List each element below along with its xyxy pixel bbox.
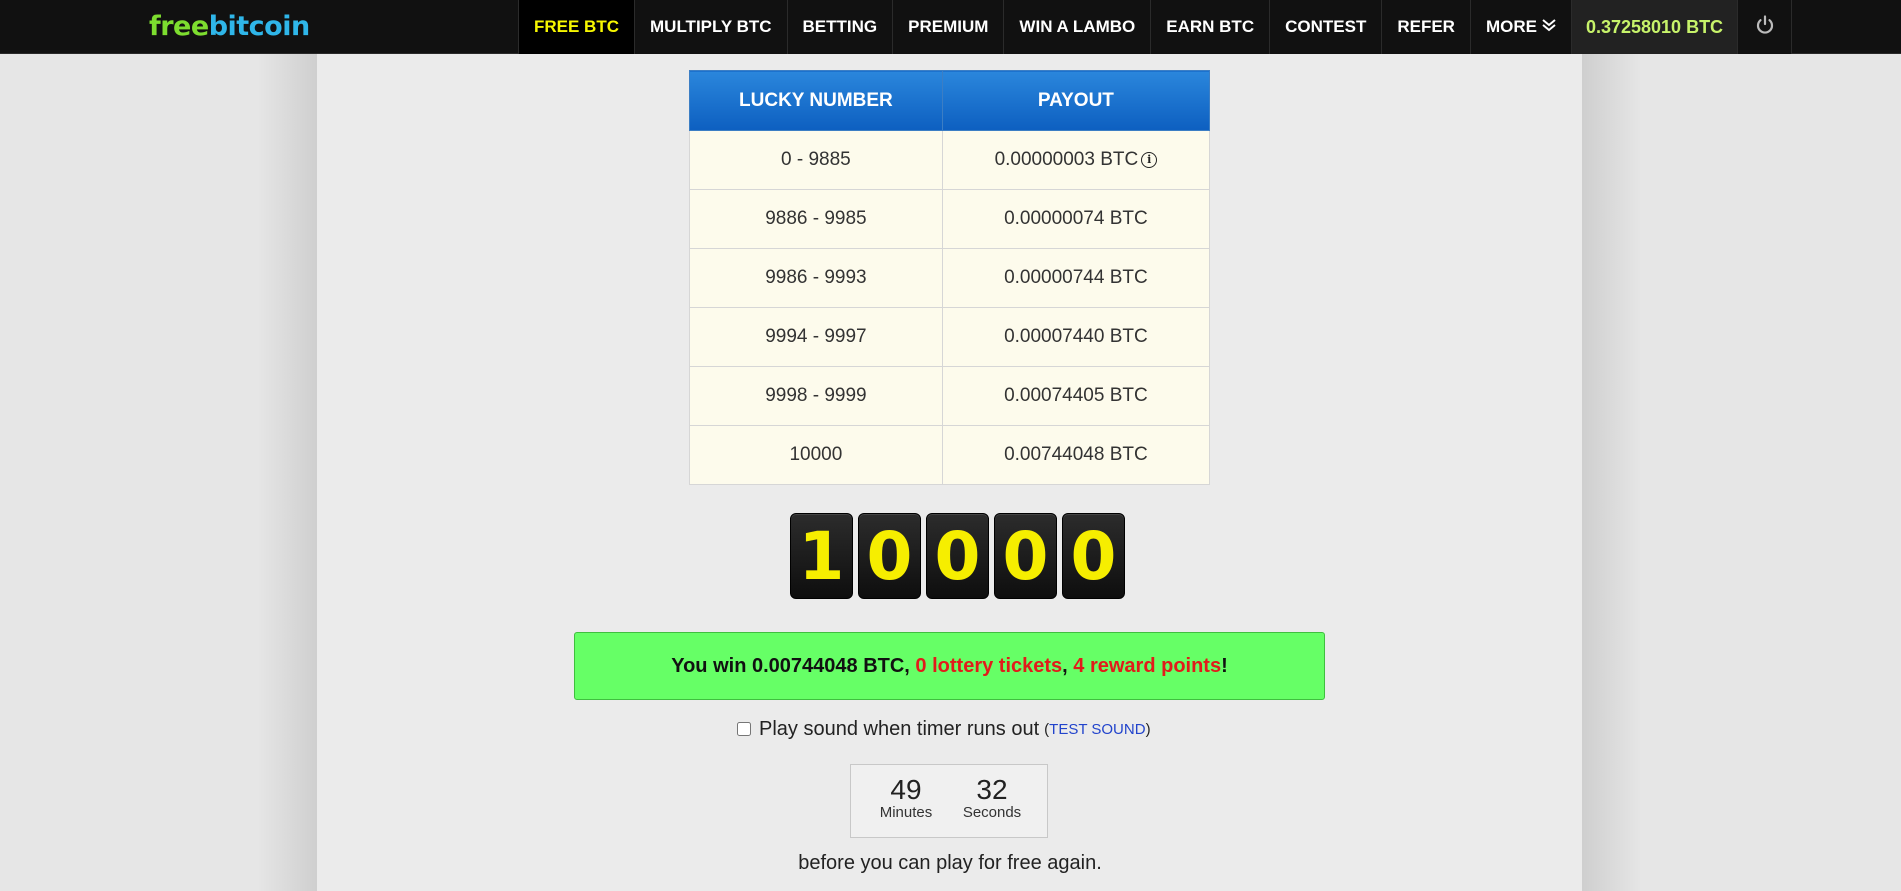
nav-refer[interactable]: REFER: [1381, 0, 1470, 54]
win-amount-text: You win 0.00744048 BTC,: [671, 654, 910, 677]
nav-win-a-lambo[interactable]: WIN A LAMBO: [1003, 0, 1151, 54]
payout-cell: 0.00744048 BTC: [941, 425, 1211, 485]
payout-table: LUCKY NUMBER PAYOUT 0 - 9885 0.00000003 …: [689, 70, 1211, 485]
payout-value: 0.00000003 BTC: [994, 149, 1139, 170]
win-message-banner: You win 0.00744048 BTC, 0 lottery ticket…: [574, 632, 1325, 700]
win-comma: ,: [1062, 654, 1068, 677]
play-again-text: before you can play for free again.: [798, 852, 1102, 874]
lucky-digit: 0: [858, 513, 921, 599]
table-row: 9994 - 9997 0.00007440 BTC: [689, 307, 1211, 367]
timer-seconds: 32 Seconds: [949, 775, 1035, 837]
lucky-range-cell: 9886 - 9985: [689, 189, 943, 249]
nav-betting[interactable]: BETTING: [786, 0, 893, 54]
nav-earn-btc[interactable]: EARN BTC: [1150, 0, 1270, 54]
payout-cell: 0.00007440 BTC: [941, 307, 1211, 367]
balance-display[interactable]: 0.37258010 BTC: [1570, 0, 1738, 54]
logout-button[interactable]: [1737, 0, 1793, 54]
freebitcoin-logo[interactable]: freebitcoin: [149, 8, 310, 46]
seconds-value: 32: [976, 774, 1008, 805]
sound-option: Play sound when timer runs out (TEST SOU…: [737, 716, 1151, 742]
lottery-tickets-text: 0 lottery tickets: [915, 654, 1063, 677]
table-row: 10000 0.00744048 BTC: [689, 425, 1211, 485]
lucky-range-cell: 0 - 9885: [689, 130, 943, 190]
panel-shadow-right: [1582, 54, 1642, 891]
payout-table-header: LUCKY NUMBER PAYOUT: [689, 70, 1211, 131]
lucky-digit: 1: [790, 513, 853, 599]
top-navbar: freebitcoin FREE BTC MULTIPLY BTC BETTIN…: [0, 0, 1901, 54]
header-payout: PAYOUT: [941, 70, 1211, 131]
lucky-digit: 0: [926, 513, 989, 599]
payout-cell: 0.00000744 BTC: [941, 248, 1211, 308]
payout-cell: 0.00074405 BTC: [941, 366, 1211, 426]
lucky-digit: 0: [994, 513, 1057, 599]
table-row: 9986 - 9993 0.00000744 BTC: [689, 248, 1211, 308]
nav-more-label: MORE: [1485, 17, 1537, 36]
seconds-label: Seconds: [962, 804, 1022, 821]
timer-minutes: 49 Minutes: [863, 775, 949, 837]
countdown-timer: 49 Minutes 32 Seconds: [850, 764, 1048, 838]
lucky-range-cell: 10000: [689, 425, 943, 485]
reward-points-text: 4 reward points: [1073, 654, 1222, 677]
win-exclaim: !: [1221, 654, 1228, 677]
nav-free-btc[interactable]: FREE BTC: [518, 0, 634, 54]
power-icon: [1754, 14, 1776, 41]
nav-multiply-btc[interactable]: MULTIPLY BTC: [634, 0, 787, 54]
info-icon[interactable]: i: [1141, 151, 1158, 168]
test-sound-wrapper: (TEST SOUND): [1044, 721, 1150, 738]
header-lucky-number: LUCKY NUMBER: [689, 70, 943, 131]
minutes-value: 49: [890, 774, 922, 805]
nav-more[interactable]: MORE: [1469, 0, 1571, 54]
payout-cell: 0.00000074 BTC: [941, 189, 1211, 249]
lucky-digit: 0: [1062, 513, 1125, 599]
play-sound-label[interactable]: Play sound when timer runs out: [759, 718, 1039, 741]
panel-shadow-left: [257, 54, 317, 891]
test-sound-link[interactable]: TEST SOUND: [1049, 721, 1145, 738]
lucky-number-display: 1 0 0 0 0: [790, 513, 1130, 599]
minutes-label: Minutes: [879, 804, 933, 821]
table-row: 0 - 9885 0.00000003 BTC i: [689, 130, 1211, 190]
lucky-range-cell: 9994 - 9997: [689, 307, 943, 367]
lucky-range-cell: 9998 - 9999: [689, 366, 943, 426]
play-sound-checkbox[interactable]: [737, 722, 751, 736]
table-row: 9886 - 9985 0.00000074 BTC: [689, 189, 1211, 249]
nav-premium[interactable]: PREMIUM: [892, 0, 1004, 54]
payout-cell: 0.00000003 BTC i: [941, 130, 1211, 190]
lucky-range-cell: 9986 - 9993: [689, 248, 943, 308]
main-nav: FREE BTC MULTIPLY BTC BETTING PREMIUM WI…: [518, 0, 1793, 54]
double-chevron-down-icon: [1542, 18, 1556, 36]
nav-contest[interactable]: CONTEST: [1269, 0, 1382, 54]
paren-close: ): [1145, 720, 1151, 738]
table-row: 9998 - 9999 0.00074405 BTC: [689, 366, 1211, 426]
